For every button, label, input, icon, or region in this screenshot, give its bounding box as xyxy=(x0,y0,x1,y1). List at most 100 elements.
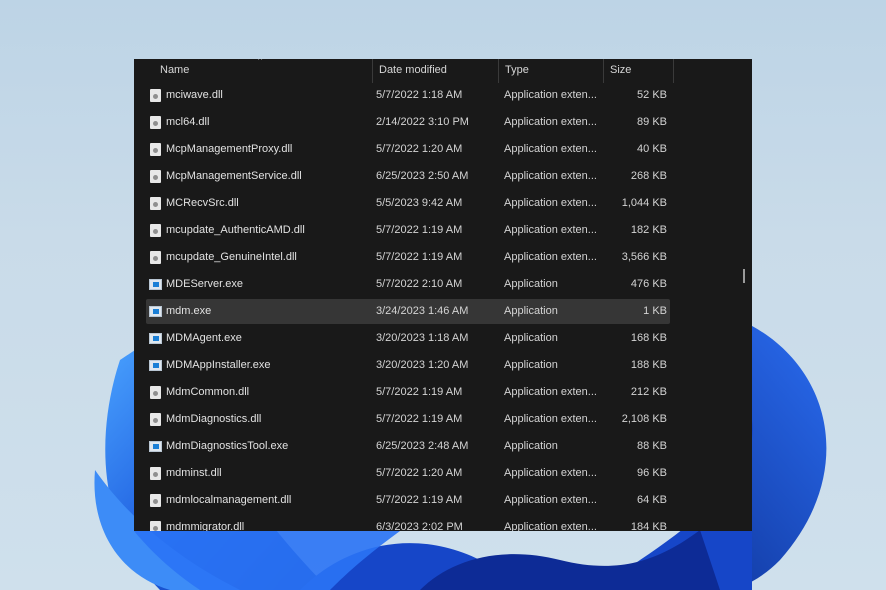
file-row[interactable]: mcupdate_GenuineIntel.dll 5/7/2022 1:19 A… xyxy=(146,245,670,270)
file-date-modified: 5/7/2022 1:19 AM xyxy=(376,494,463,506)
file-type: Application exten... xyxy=(504,386,597,398)
column-header-name[interactable]: Name xyxy=(154,59,373,83)
file-name: mcupdate_AuthenticAMD.dll xyxy=(166,224,305,236)
file-row[interactable]: MDMAppInstaller.exe 3/20/2023 1:20 AM Appl… xyxy=(146,353,670,378)
file-type: Application xyxy=(504,278,558,290)
file-size: 168 KB xyxy=(630,332,667,344)
file-size: 476 KB xyxy=(630,278,667,290)
file-explorer-window: ^ Name Date modified Type Size mciwave.d… xyxy=(134,59,752,531)
dll-file-icon xyxy=(150,494,161,507)
dll-file-icon xyxy=(150,521,161,531)
file-row[interactable]: McpManagementService.dll 6/25/2023 2:50 A… xyxy=(146,164,670,189)
file-row[interactable]: mcupdate_AuthenticAMD.dll 5/7/2022 1:19 A… xyxy=(146,218,670,243)
file-name: mdm.exe xyxy=(166,305,212,317)
file-size: 3,566 KB xyxy=(621,251,667,263)
dll-file-icon xyxy=(150,116,161,129)
file-name: MCRecvSrc.dll xyxy=(166,197,239,209)
file-type: Application xyxy=(504,332,558,344)
file-date-modified: 5/7/2022 2:10 AM xyxy=(376,278,463,290)
file-row[interactable]: MDMAgent.exe 3/20/2023 1:18 AM Application… xyxy=(146,326,670,351)
column-header-row: ^ Name Date modified Type Size xyxy=(134,59,752,83)
file-name: mdmmigrator.dll xyxy=(166,521,245,531)
file-date-modified: 2/14/2022 3:10 PM xyxy=(376,116,469,128)
dll-file-icon xyxy=(150,413,161,426)
file-row[interactable]: MCRecvSrc.dll 5/5/2023 9:42 AM Application… xyxy=(146,191,670,216)
file-size: 188 KB xyxy=(630,359,667,371)
file-row[interactable]: MDEServer.exe 5/7/2022 2:10 AM Application… xyxy=(146,272,670,297)
file-date-modified: 3/20/2023 1:20 AM xyxy=(376,359,469,371)
file-name: MDMAppInstaller.exe xyxy=(166,359,271,371)
file-name: MDMAgent.exe xyxy=(166,332,242,344)
file-row[interactable]: MdmCommon.dll 5/7/2022 1:19 AM Application… xyxy=(146,380,670,405)
file-name: McpManagementProxy.dll xyxy=(166,143,293,155)
file-type: Application xyxy=(504,440,558,452)
dll-file-icon xyxy=(150,386,161,399)
file-size: 52 KB xyxy=(637,89,667,101)
file-name: MdmDiagnosticsTool.exe xyxy=(166,440,289,452)
dll-file-icon xyxy=(150,89,161,102)
file-date-modified: 3/20/2023 1:18 AM xyxy=(376,332,469,344)
file-row[interactable]: mdmlocalmanagement.dll 5/7/2022 1:19 AM Ap… xyxy=(146,488,670,513)
file-type: Application exten... xyxy=(504,521,597,531)
file-name: mdminst.dll xyxy=(166,467,222,479)
exe-app-icon xyxy=(149,306,162,317)
file-name: mcl64.dll xyxy=(166,116,210,128)
file-row[interactable]: MdmDiagnostics.dll 5/7/2022 1:19 AM Applic… xyxy=(146,407,670,432)
file-name: mciwave.dll xyxy=(166,89,223,101)
file-date-modified: 5/7/2022 1:19 AM xyxy=(376,224,463,236)
file-size: 212 KB xyxy=(630,386,667,398)
file-size: 40 KB xyxy=(637,143,667,155)
file-name: mdmlocalmanagement.dll xyxy=(166,494,292,506)
file-type: Application xyxy=(504,359,558,371)
file-size: 96 KB xyxy=(637,467,667,479)
file-size: 2,108 KB xyxy=(621,413,667,425)
file-date-modified: 5/7/2022 1:20 AM xyxy=(376,143,463,155)
file-size: 268 KB xyxy=(630,170,667,182)
file-name: mcupdate_GenuineIntel.dll xyxy=(166,251,297,263)
file-row[interactable]: mcl64.dll 2/14/2022 3:10 PM Application ex… xyxy=(146,110,670,135)
file-date-modified: 6/3/2023 2:02 PM xyxy=(376,521,463,531)
file-type: Application exten... xyxy=(504,251,597,263)
dll-file-icon xyxy=(150,224,161,237)
dll-file-icon xyxy=(150,197,161,210)
file-type: Application xyxy=(504,305,558,317)
file-row[interactable]: mdm.exe 3/24/2023 1:46 AM Application 1 KB xyxy=(146,299,670,324)
column-header-date-modified[interactable]: Date modified xyxy=(373,59,499,83)
file-date-modified: 5/5/2023 9:42 AM xyxy=(376,197,463,209)
file-type: Application exten... xyxy=(504,116,597,128)
file-size: 64 KB xyxy=(637,494,667,506)
file-type: Application exten... xyxy=(504,494,597,506)
dll-file-icon xyxy=(150,170,161,183)
column-header-size[interactable]: Size xyxy=(604,59,674,83)
file-type: Application exten... xyxy=(504,197,597,209)
file-date-modified: 6/25/2023 2:48 AM xyxy=(376,440,469,452)
file-row[interactable]: mciwave.dll 5/7/2022 1:18 AM Application e… xyxy=(146,83,670,108)
column-header-type[interactable]: Type xyxy=(499,59,604,83)
file-row[interactable]: McpManagementProxy.dll 5/7/2022 1:20 AM Ap… xyxy=(146,137,670,162)
file-type: Application exten... xyxy=(504,170,597,182)
file-size: 1,044 KB xyxy=(621,197,667,209)
file-size: 88 KB xyxy=(637,440,667,452)
file-name: MdmDiagnostics.dll xyxy=(166,413,262,425)
exe-app-icon xyxy=(149,279,162,290)
vertical-scrollbar-thumb[interactable] xyxy=(743,269,745,283)
file-type: Application exten... xyxy=(504,143,597,155)
file-row[interactable]: MdmDiagnosticsTool.exe 6/25/2023 2:48 AM A… xyxy=(146,434,670,459)
file-type: Application exten... xyxy=(504,89,597,101)
file-name: McpManagementService.dll xyxy=(166,170,302,182)
file-date-modified: 5/7/2022 1:19 AM xyxy=(376,251,463,263)
dll-file-icon xyxy=(150,143,161,156)
file-row[interactable]: mdmmigrator.dll 6/3/2023 2:02 PM Applicati… xyxy=(146,515,670,531)
file-date-modified: 6/25/2023 2:50 AM xyxy=(376,170,469,182)
file-type: Application exten... xyxy=(504,413,597,425)
file-name: MdmCommon.dll xyxy=(166,386,250,398)
file-type: Application exten... xyxy=(504,224,597,236)
dll-file-icon xyxy=(150,467,161,480)
exe-app-icon xyxy=(149,441,162,452)
file-row[interactable]: mdminst.dll 5/7/2022 1:20 AM Application e… xyxy=(146,461,670,486)
file-name: MDEServer.exe xyxy=(166,278,244,290)
file-date-modified: 5/7/2022 1:19 AM xyxy=(376,413,463,425)
file-size: 184 KB xyxy=(630,521,667,531)
file-size: 89 KB xyxy=(637,116,667,128)
file-date-modified: 5/7/2022 1:20 AM xyxy=(376,467,463,479)
